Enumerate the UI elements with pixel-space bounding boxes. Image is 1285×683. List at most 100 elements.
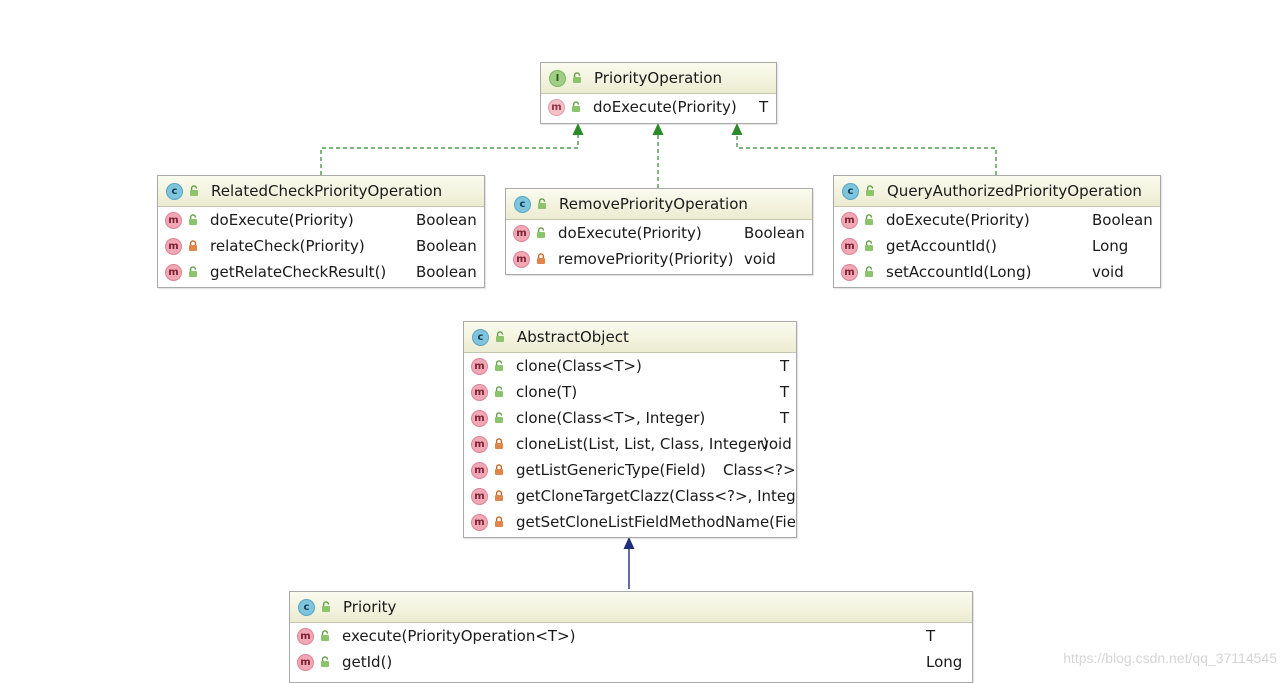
unlocked-padlock-icon	[187, 266, 198, 279]
watermark-text: https://blog.csdn.net/qq_37114545	[1063, 650, 1277, 666]
method-row[interactable]: m getAccountId() Long	[834, 233, 1160, 259]
method-signature: relateCheck(Priority)	[210, 237, 365, 255]
method-return-type: void	[1092, 263, 1124, 281]
unlocked-padlock-icon	[863, 266, 874, 279]
uml-box-title: PriorityOperation	[594, 69, 723, 87]
method-return-type: Boolean	[416, 211, 477, 229]
class-icon: c	[472, 328, 489, 346]
method-icon: m	[513, 224, 530, 242]
method-icon: m	[297, 653, 314, 671]
method-icon: m	[471, 383, 488, 401]
uml-box-abstract-object[interactable]: c AbstractObject m clone(Class<T>) Tm clone(T…	[463, 321, 797, 538]
method-return-type: T	[780, 357, 790, 375]
method-row[interactable]: m doExecute(Priority) Boolean	[834, 207, 1160, 233]
locked-padlock-icon	[187, 240, 198, 253]
unlocked-padlock-icon	[493, 360, 504, 373]
interface-icon: I	[549, 69, 566, 87]
uml-box-header: c RelatedCheckPriorityOperation	[158, 176, 484, 207]
method-signature: getRelateCheckResult()	[210, 263, 387, 281]
unlocked-padlock-icon	[864, 185, 875, 198]
unlocked-padlock-icon	[570, 101, 581, 114]
unlocked-padlock-icon	[863, 240, 874, 253]
method-signature: getAccountId()	[886, 237, 997, 255]
locked-padlock-icon	[535, 253, 546, 266]
method-return-type: Long	[1092, 237, 1129, 255]
method-row[interactable]: m clone(Class<T>) T	[464, 353, 796, 379]
unlocked-padlock-icon	[493, 412, 504, 425]
arrowhead-related-check	[572, 123, 584, 135]
unlocked-padlock-icon	[535, 227, 546, 240]
uml-box-title: RelatedCheckPriorityOperation	[211, 182, 443, 200]
method-icon: m	[297, 627, 314, 645]
uml-box-header: c QueryAuthorizedPriorityOperation	[834, 176, 1160, 207]
method-row[interactable]: m removePriority(Priority) void	[506, 246, 812, 272]
method-icon: m	[165, 263, 182, 281]
method-signature: getId()	[342, 653, 393, 671]
method-icon: m	[841, 237, 858, 255]
method-return-type: T	[780, 383, 790, 401]
method-icon: m	[513, 250, 530, 268]
method-icon: m	[471, 487, 488, 505]
method-row[interactable]: m execute(PriorityOperation<T>) T	[290, 623, 972, 649]
uml-box-header: c RemovePriorityOperation	[506, 189, 812, 220]
method-signature: setAccountId(Long)	[886, 263, 1032, 281]
method-icon: m	[165, 211, 182, 229]
unlocked-padlock-icon	[187, 214, 198, 227]
method-row[interactable]: m cloneList(List, List, Class, Integer) vo…	[464, 431, 796, 457]
method-signature: execute(PriorityOperation<T>)	[342, 627, 576, 645]
method-return-type: Boolean	[416, 237, 477, 255]
method-icon: m	[471, 513, 488, 531]
method-signature: doExecute(Priority)	[593, 98, 737, 116]
uml-box-priority-operation[interactable]: I PriorityOperation m doExecute(Priority) T	[540, 62, 777, 124]
unlocked-padlock-icon	[188, 185, 199, 198]
uml-box-header: c AbstractObject	[464, 322, 796, 353]
unlocked-padlock-icon	[320, 601, 331, 614]
uml-box-title: Priority	[343, 598, 397, 616]
method-row[interactable]: m getId() Long	[290, 649, 972, 675]
method-row[interactable]: m doExecute(Priority) T	[541, 94, 776, 120]
method-signature: getSetCloneListFieldMethodName(Fiel	[516, 513, 797, 531]
method-return-type: Long	[926, 653, 963, 671]
unlocked-padlock-icon	[571, 72, 582, 85]
arrowhead-remove-priority	[652, 123, 664, 135]
method-row[interactable]: m doExecute(Priority) Boolean	[506, 220, 812, 246]
uml-box-title: AbstractObject	[517, 328, 629, 346]
uml-box-related-check-priority-operation[interactable]: c RelatedCheckPriorityOperation m doExecute…	[157, 175, 485, 288]
uml-box-title: RemovePriorityOperation	[559, 195, 748, 213]
class-icon: c	[514, 195, 531, 213]
extends-edges	[623, 537, 635, 589]
method-row[interactable]: m getCloneTargetClazz(Class<?>, Integer	[464, 483, 796, 509]
method-row[interactable]: m setAccountId(Long) void	[834, 259, 1160, 285]
method-signature: removePriority(Priority)	[558, 250, 734, 268]
unlocked-padlock-icon	[536, 198, 547, 211]
method-signature: clone(Class<T>, Integer)	[516, 409, 706, 427]
locked-padlock-icon	[493, 516, 504, 529]
uml-box-header: c Priority	[290, 592, 972, 623]
class-icon: c	[166, 182, 183, 200]
unlocked-padlock-icon	[319, 656, 330, 669]
method-row[interactable]: m clone(Class<T>, Integer) T	[464, 405, 796, 431]
uml-box-header: I PriorityOperation	[541, 63, 776, 94]
unlocked-padlock-icon	[493, 386, 504, 399]
method-row[interactable]: m relateCheck(Priority) Boolean	[158, 233, 484, 259]
method-return-type: void	[760, 435, 792, 453]
method-icon: m	[471, 357, 488, 375]
method-return-type: Boolean	[744, 224, 805, 242]
method-signature: getListGenericType(Field)	[516, 461, 706, 479]
unlocked-padlock-icon	[863, 214, 874, 227]
method-icon: m	[841, 211, 858, 229]
edge-query-authorized-implements-priority-operation	[736, 134, 997, 175]
uml-box-remove-priority-operation[interactable]: c RemovePriorityOperation m doExecute(Prior…	[505, 188, 813, 275]
uml-box-priority[interactable]: c Priority m execute(PriorityOperation<T>) T…	[289, 591, 973, 683]
method-return-type: T	[759, 98, 769, 116]
method-signature: doExecute(Priority)	[886, 211, 1030, 229]
uml-box-title: QueryAuthorizedPriorityOperation	[887, 182, 1142, 200]
method-row[interactable]: m getListGenericType(Field) Class<?>	[464, 457, 796, 483]
method-row[interactable]: m clone(T) T	[464, 379, 796, 405]
method-row[interactable]: m doExecute(Priority) Boolean	[158, 207, 484, 233]
method-row[interactable]: m getSetCloneListFieldMethodName(Fiel	[464, 509, 796, 535]
uml-box-query-authorized-priority-operation[interactable]: c QueryAuthorizedPriorityOperation m doExec…	[833, 175, 1161, 288]
edge-related-check-implements-priority-operation	[320, 134, 579, 175]
method-row[interactable]: m getRelateCheckResult() Boolean	[158, 259, 484, 285]
method-icon: m	[548, 98, 565, 116]
